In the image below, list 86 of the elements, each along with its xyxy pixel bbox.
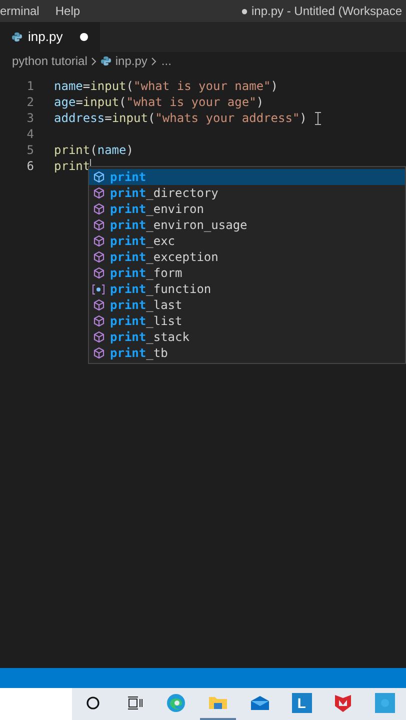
breadcrumb-item[interactable]: python tutorial	[12, 52, 88, 70]
chevron-icon	[91, 56, 98, 66]
code-token: (	[90, 142, 98, 159]
code-token: )	[300, 110, 307, 127]
window-title: ● inp.py - Untitled (Workspace	[240, 3, 402, 20]
suggestion-label: print_function	[110, 281, 212, 298]
suggestion-item[interactable]: print_last	[89, 297, 405, 313]
suggestion-label: print_tb	[110, 345, 168, 362]
line-number: 6	[26, 158, 35, 175]
code-token: (	[119, 94, 126, 111]
suggestion-item[interactable]: print	[89, 169, 405, 185]
code-token: )	[270, 78, 278, 95]
cube-icon	[92, 315, 104, 327]
code-token: )	[256, 94, 264, 111]
suggestion-label: print_exc	[110, 233, 176, 250]
suggestion-item[interactable]: print_tb	[89, 345, 405, 361]
suggestion-label: print_form	[110, 265, 182, 282]
app-icon[interactable]	[375, 693, 396, 713]
mail-icon[interactable]	[250, 695, 270, 711]
suggestion-item[interactable]: print_function	[89, 281, 405, 297]
code-token: "whats your address"	[155, 110, 300, 127]
code-token: (	[126, 78, 134, 95]
task-view-icon[interactable]	[126, 696, 143, 710]
cube-icon	[92, 251, 104, 263]
suggestion-item[interactable]: print_stack	[89, 329, 405, 345]
code-token: print	[54, 158, 90, 175]
suggestion-label: print_stack	[110, 329, 190, 346]
chevron-icon	[151, 56, 158, 66]
cube-icon	[92, 347, 104, 359]
cube-icon	[92, 219, 104, 231]
line-number: 2	[26, 94, 35, 111]
code-token: name	[97, 142, 126, 159]
code-token: =	[82, 78, 90, 95]
suggestion-item[interactable]: print_environ_usage	[89, 217, 405, 233]
suggestion-label: print_exception	[110, 249, 218, 266]
browser-icon[interactable]	[166, 693, 186, 713]
cube-icon	[92, 187, 104, 199]
breadcrumb-item[interactable]: inp.py	[115, 52, 148, 70]
cube-icon	[92, 171, 104, 183]
menu-item[interactable]: erminal	[0, 2, 40, 20]
code-token: "what is your age"	[126, 94, 256, 111]
code-token: =	[104, 110, 112, 127]
code-token: "what is your name"	[134, 78, 271, 95]
shield-icon[interactable]	[334, 693, 352, 713]
code-token: address	[54, 110, 105, 127]
code-token: input	[112, 110, 148, 127]
cube-icon	[92, 235, 104, 247]
suggestion-label: print_environ	[110, 201, 204, 218]
suggestion-item[interactable]: print_directory	[89, 185, 405, 201]
cube-icon	[92, 267, 104, 279]
line-number: 1	[26, 78, 35, 95]
suggestion-item[interactable]: print_form	[89, 265, 405, 281]
cube-icon	[92, 331, 104, 343]
breadcrumb-item[interactable]: ...	[161, 52, 172, 70]
cube-icon	[92, 299, 104, 311]
code-token: )	[126, 142, 134, 159]
tab-label: inp.py	[28, 28, 63, 46]
code-token: name	[54, 78, 83, 95]
cube-icon	[92, 203, 104, 215]
suggestion-item[interactable]: print_exc	[89, 233, 405, 249]
code-token: input	[82, 94, 120, 111]
suggestion-label: print_directory	[110, 185, 218, 202]
editor-tab[interactable]: inp.py	[0, 22, 100, 52]
folder-icon[interactable]	[208, 694, 228, 712]
code-token: =	[76, 94, 83, 111]
search-icon[interactable]	[86, 696, 100, 710]
line-number: 4	[26, 126, 35, 143]
line-number: 5	[26, 142, 35, 159]
code-token: input	[90, 78, 126, 95]
suggestion-label: print_environ_usage	[110, 217, 248, 234]
line-number: 3	[26, 110, 35, 127]
suggestion-item[interactable]: print_exception	[89, 249, 405, 265]
suggestion-item[interactable]: print_environ	[89, 201, 405, 217]
text-cursor-icon	[314, 112, 321, 124]
menu-item[interactable]: Help	[55, 2, 80, 20]
variable-icon	[92, 284, 105, 294]
suggestion-label: print	[110, 169, 146, 186]
app-icon[interactable]: L	[292, 693, 312, 713]
python-file-icon	[101, 56, 112, 66]
suggestion-label: print_last	[110, 297, 182, 314]
python-file-icon	[12, 32, 22, 42]
code-token: (	[148, 110, 156, 127]
suggestion-label: print_list	[110, 313, 182, 330]
code-token: age	[54, 94, 76, 111]
code-token: print	[54, 142, 90, 159]
suggestion-item[interactable]: print_list	[89, 313, 405, 329]
